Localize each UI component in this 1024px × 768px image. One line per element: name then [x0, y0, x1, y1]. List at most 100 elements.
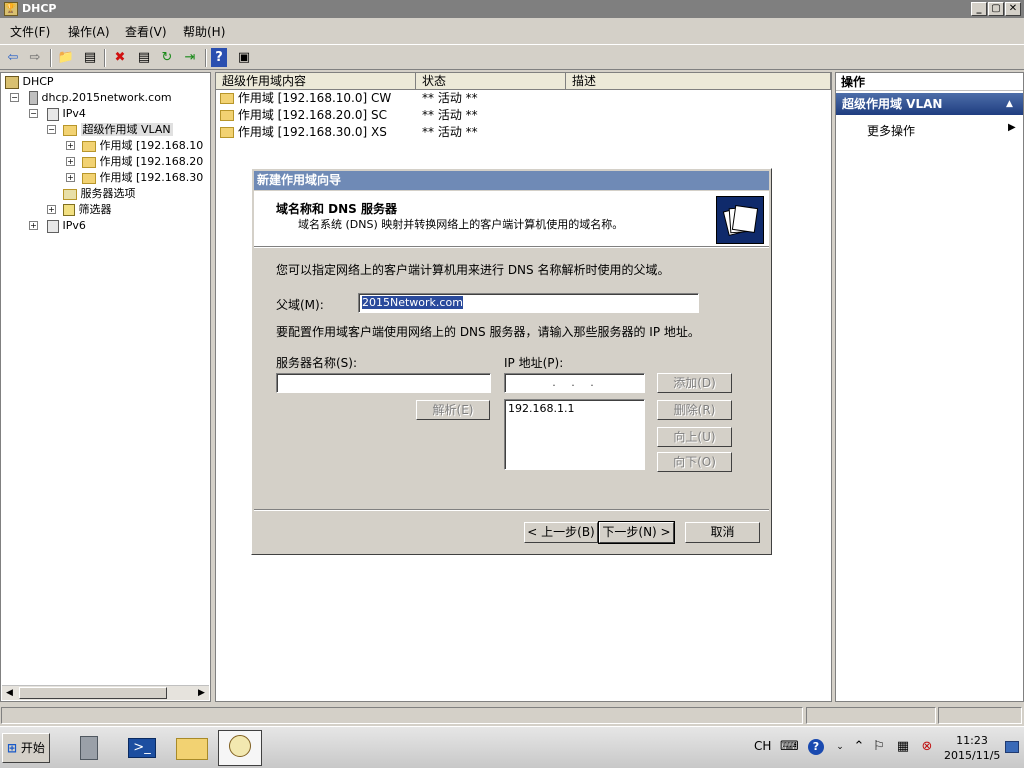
action-pane-icon[interactable]: ▣: [234, 48, 254, 67]
folder-icon: [82, 156, 96, 168]
cancel-button[interactable]: 取消: [685, 522, 760, 543]
collapse-toggle-icon[interactable]: −: [10, 93, 19, 102]
page-heading: 域名称和 DNS 服务器: [276, 202, 398, 216]
back-button[interactable]: < 上一步(B): [524, 522, 598, 543]
tree-item-scope[interactable]: 作用域 [192.168.10: [82, 138, 203, 154]
show-desktop-icon[interactable]: [1005, 741, 1019, 753]
forward-icon[interactable]: ⇨: [25, 48, 45, 67]
table-row[interactable]: 作用域 [192.168.10.0] CW: [220, 90, 391, 107]
action-center-flag-icon[interactable]: ⚐: [871, 739, 887, 755]
explorer-taskbar-icon[interactable]: [170, 730, 214, 766]
move-down-button[interactable]: 向下(O): [657, 452, 732, 472]
restore-button[interactable]: ▢: [988, 2, 1004, 16]
server-name-input[interactable]: [276, 373, 491, 393]
menu-view[interactable]: 查看(V): [125, 23, 167, 40]
tree-item-server[interactable]: dhcp.2015network.com: [29, 90, 172, 106]
window-title-bar: 🏆 DHCP _ ▢ ✕: [0, 0, 1024, 18]
actions-selected-section[interactable]: 超级作用域 VLAN ▲: [836, 93, 1023, 115]
more-actions-link[interactable]: 更多操作: [867, 122, 915, 139]
configure-dns-text: 要配置作用域客户端使用网络上的 DNS 服务器，请输入那些服务器的 IP 地址。: [276, 325, 700, 339]
show-hidden-icons-icon[interactable]: ⌃: [851, 739, 867, 755]
status-cell: [1, 707, 803, 724]
system-clock[interactable]: 11:23 2015/11/5: [944, 733, 1000, 763]
tree-horizontal-scrollbar[interactable]: ◀ ▶: [2, 685, 209, 700]
powershell-taskbar-icon[interactable]: >_: [120, 730, 164, 766]
column-header-status[interactable]: 状态: [416, 73, 566, 90]
scroll-left-icon[interactable]: ◀: [2, 686, 17, 700]
network-icon[interactable]: ▦: [895, 739, 911, 755]
scroll-right-icon[interactable]: ▶: [194, 686, 209, 700]
up-level-icon[interactable]: 📁: [56, 48, 76, 67]
window-title: DHCP: [22, 2, 57, 15]
close-button[interactable]: ✕: [1005, 2, 1021, 16]
tree-item-ipv4[interactable]: IPv4: [47, 106, 86, 122]
collapse-toggle-icon[interactable]: −: [47, 125, 56, 134]
back-icon[interactable]: ⇦: [3, 48, 23, 67]
column-header-contents[interactable]: 超级作用域内容: [216, 73, 416, 90]
resolve-button[interactable]: 解析(E): [416, 400, 490, 420]
expand-toggle-icon[interactable]: +: [66, 157, 75, 166]
show-hide-tree-icon[interactable]: ▤: [80, 48, 100, 67]
expand-toggle-icon[interactable]: +: [47, 205, 56, 214]
expand-toggle-icon[interactable]: +: [66, 141, 75, 150]
menu-help[interactable]: 帮助(H): [183, 23, 225, 40]
properties-icon[interactable]: ▤: [134, 48, 154, 67]
delete-icon[interactable]: ✖: [110, 48, 130, 67]
ip-address-input[interactable]: . . .: [504, 373, 645, 393]
export-list-icon[interactable]: ⇥: [180, 48, 200, 67]
menu-file[interactable]: 文件(F): [10, 23, 50, 40]
console-tree: DHCP − dhcp.2015network.com − IPv4 − 超级作…: [0, 72, 211, 702]
actions-header: 操作: [836, 73, 1023, 91]
wizard-folders-icon: [716, 196, 764, 244]
tree-item-filters[interactable]: 筛选器: [63, 202, 112, 218]
dhcp-taskbar-icon[interactable]: [218, 730, 262, 766]
input-language-indicator[interactable]: CH: [754, 739, 771, 753]
tree-item-dhcp[interactable]: DHCP: [5, 74, 54, 90]
row-status: ** 活动 **: [422, 125, 478, 139]
minimize-button[interactable]: _: [971, 2, 987, 16]
expand-toggle-icon[interactable]: +: [66, 173, 75, 182]
status-cell: [806, 707, 936, 724]
tree-item-scope[interactable]: 作用域 [192.168.30: [82, 170, 203, 186]
tree-item-scope[interactable]: 作用域 [192.168.20: [82, 154, 203, 170]
ipv4-icon: [47, 107, 59, 121]
keyboard-icon[interactable]: ⌨: [780, 739, 799, 755]
next-button[interactable]: 下一步(N) >: [598, 521, 675, 544]
collapse-toggle-icon[interactable]: −: [29, 109, 38, 118]
ip-address-list[interactable]: 192.168.1.1: [504, 399, 645, 470]
menu-action[interactable]: 操作(A): [68, 23, 110, 40]
row-status: ** 活动 **: [422, 91, 478, 105]
status-cell: [938, 707, 1022, 724]
volume-muted-icon[interactable]: ⊗: [919, 739, 935, 755]
tree-item-server-options[interactable]: 服务器选项: [63, 186, 136, 202]
new-scope-wizard-dialog: 新建作用域向导 域名称和 DNS 服务器 域名系统 (DNS) 映射并转换网络上…: [251, 168, 772, 555]
footer-divider: [254, 509, 769, 511]
expand-toggle-icon[interactable]: +: [29, 221, 38, 230]
parent-domain-input[interactable]: 2015Network.com: [358, 293, 699, 313]
collapse-up-icon[interactable]: ▲: [1006, 93, 1013, 115]
list-item[interactable]: 192.168.1.1: [508, 400, 644, 417]
header-divider: [254, 247, 769, 248]
server-name-label: 服务器名称(S):: [276, 356, 358, 370]
remove-button[interactable]: 删除(R): [657, 400, 732, 420]
table-row[interactable]: 作用域 [192.168.30.0] XS: [220, 124, 387, 141]
windows-logo-icon: ⊞: [7, 741, 18, 755]
folder-icon: [220, 127, 234, 138]
server-manager-taskbar-icon[interactable]: [68, 730, 112, 766]
menu-bar: 文件(F) 操作(A) 查看(V) 帮助(H): [0, 18, 1024, 44]
language-bar-options-icon[interactable]: ⌄: [832, 739, 848, 755]
column-header-description[interactable]: 描述: [566, 73, 831, 90]
add-button[interactable]: 添加(D): [657, 373, 732, 393]
dhcp-icon: [5, 75, 19, 89]
help-icon[interactable]: ?: [808, 739, 824, 755]
tree-item-ipv6[interactable]: IPv6: [47, 218, 86, 234]
refresh-icon[interactable]: ↻: [157, 48, 177, 67]
help-icon[interactable]: ?: [211, 48, 227, 67]
scroll-thumb[interactable]: [19, 687, 167, 699]
start-button[interactable]: ⊞ 开始: [2, 733, 50, 763]
move-up-button[interactable]: 向上(U): [657, 427, 732, 447]
table-row[interactable]: 作用域 [192.168.20.0] SC: [220, 107, 387, 124]
tree-item-superscope[interactable]: 超级作用域 VLAN: [63, 122, 173, 138]
folder-icon: [220, 93, 234, 104]
row-status: ** 活动 **: [422, 108, 478, 122]
